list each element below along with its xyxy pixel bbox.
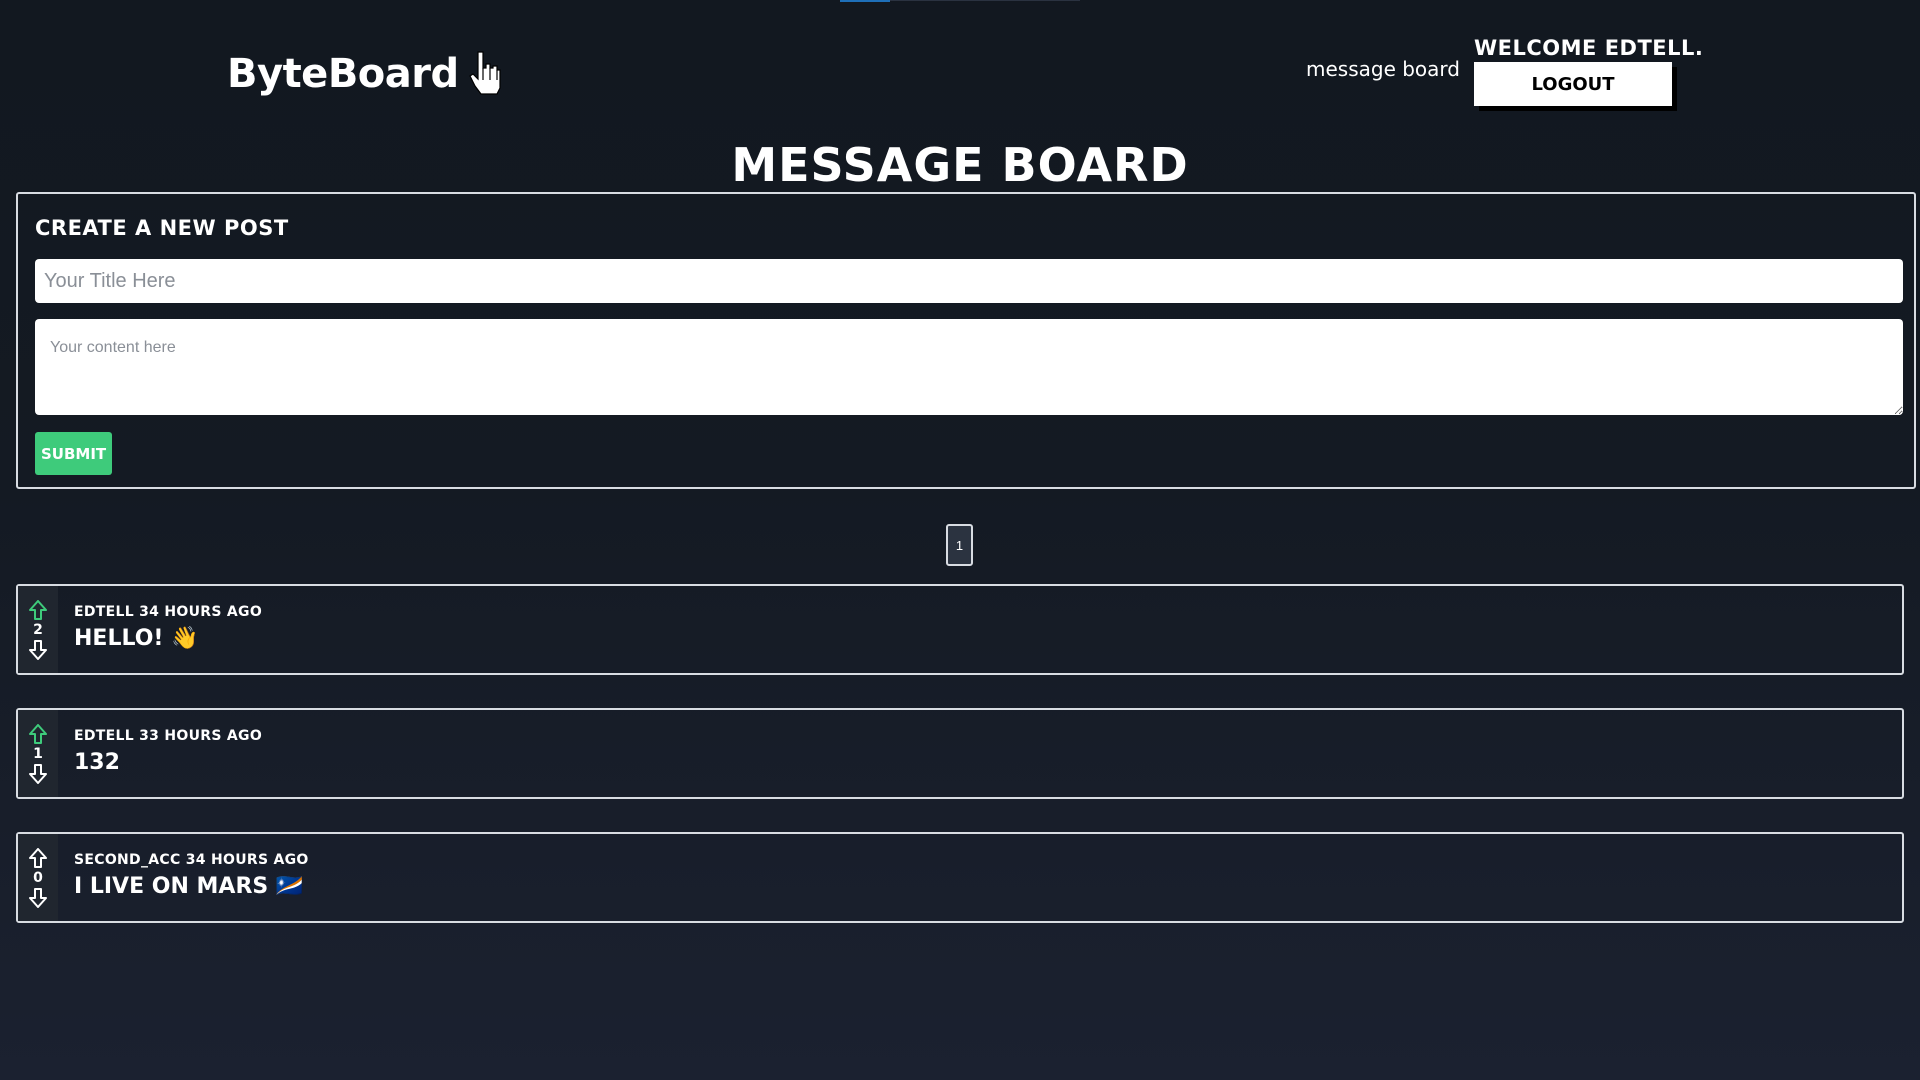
post-title-input[interactable] (35, 259, 1903, 303)
user-box: WELCOME EDTELL. LOGOUT (1474, 36, 1704, 106)
nav-message-board-link[interactable]: message board (1306, 57, 1460, 81)
vote-column: 0 (18, 834, 58, 921)
post-body: EDTELL 34 HOURS AGO HELLO! 👋 (58, 586, 262, 673)
post-title[interactable]: HELLO! 👋 (74, 626, 262, 651)
downvote-arrow-icon[interactable] (27, 763, 49, 785)
upvote-arrow-icon[interactable] (27, 723, 49, 745)
post-meta: SECOND_ACC 34 HOURS AGO (74, 852, 309, 868)
downvote-arrow-icon[interactable] (27, 639, 49, 661)
vote-score: 0 (33, 869, 43, 886)
post-item[interactable]: 2 EDTELL 34 HOURS AGO HELLO! 👋 (16, 584, 1904, 675)
upvote-arrow-icon[interactable] (27, 847, 49, 869)
pagination: 1 (946, 524, 973, 566)
welcome-text: WELCOME EDTELL. (1474, 36, 1704, 60)
header: ByteBoard message board WELCOME EDTELL. … (0, 0, 1920, 135)
post-title[interactable]: I LIVE ON MARS 🇲🇭 (74, 874, 309, 899)
brand-name: ByteBoard (227, 51, 459, 97)
post-title[interactable]: 132 (74, 750, 262, 775)
pointer-hand-icon (467, 50, 503, 98)
upvote-arrow-icon[interactable] (27, 599, 49, 621)
post-body: EDTELL 33 HOURS AGO 132 (58, 710, 262, 797)
post-content-textarea[interactable] (35, 319, 1903, 415)
post-item[interactable]: 1 EDTELL 33 HOURS AGO 132 (16, 708, 1904, 799)
post-meta: EDTELL 33 HOURS AGO (74, 728, 263, 744)
post-body: SECOND_ACC 34 HOURS AGO I LIVE ON MARS 🇲… (58, 834, 309, 921)
logout-button[interactable]: LOGOUT (1474, 62, 1672, 106)
submit-button[interactable]: SUBMIT (35, 432, 112, 475)
logo[interactable]: ByteBoard (227, 50, 503, 98)
vote-column: 2 (18, 586, 58, 673)
vote-score: 2 (33, 621, 43, 638)
post-list: 2 EDTELL 34 HOURS AGO HELLO! 👋 1 EDTELL … (16, 584, 1904, 956)
create-post-form: CREATE A NEW POST SUBMIT (16, 192, 1916, 489)
create-post-heading: CREATE A NEW POST (35, 216, 289, 240)
post-item[interactable]: 0 SECOND_ACC 34 HOURS AGO I LIVE ON MARS… (16, 832, 1904, 923)
downvote-arrow-icon[interactable] (27, 887, 49, 909)
page-title: MESSAGE BOARD (731, 138, 1189, 192)
vote-score: 1 (33, 745, 43, 762)
page-button-1[interactable]: 1 (946, 524, 973, 566)
vote-column: 1 (18, 710, 58, 797)
post-meta: EDTELL 34 HOURS AGO (74, 604, 263, 620)
